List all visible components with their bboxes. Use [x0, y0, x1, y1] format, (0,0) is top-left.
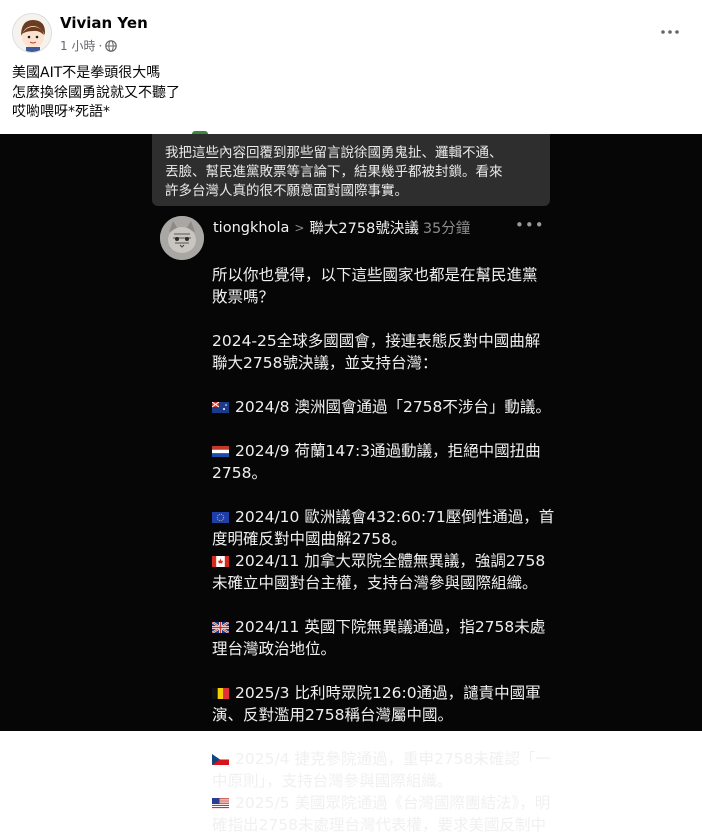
comment-line: 度明確反對中國曲解2758。: [212, 530, 407, 548]
comment-line: 2024/11 英國下院無異議通過，指2758未處: [212, 616, 552, 638]
belgium-flag-icon: [212, 688, 229, 699]
comment-line: 聯大2758號決議，並支持台灣：: [212, 354, 438, 372]
attached-screenshot-image[interactable]: 我把這些內容回覆到那些留言說徐國勇鬼扯、邏輯不通、 丟臉、幫民進黨敗票等言論下，…: [0, 131, 702, 834]
australia-flag-icon: [212, 402, 229, 413]
czech-flag-icon: [212, 754, 229, 765]
bubble-line: 丟臉、幫民進黨敗票等言論下，結果幾乎都被封鎖。看來: [165, 164, 503, 180]
comment-header: tiongkhola > 聯大2758號決議 35分鐘: [213, 217, 470, 238]
comment-body: 所以你也覺得，以下這些國家也都是在幫民進黨 敗票嗎？ 2024-25全球多國國會…: [212, 242, 555, 836]
post-header: Vivian Yen 1 小時 ·: [0, 0, 702, 60]
author-avatar[interactable]: [12, 13, 52, 53]
post-line: 美國AIT不是拳頭很大嗎: [12, 65, 161, 81]
comment-line: 敗票嗎？: [212, 288, 275, 306]
comment-text: 2025/5 美國眾院通過《台灣國際團結法》，明: [235, 794, 551, 812]
comment-line: 2024/9 荷蘭147:3通過動議，拒絕中國扭曲: [212, 440, 552, 462]
comment-line: 2024/8 澳洲國會通過「2758不涉台」動議。: [212, 396, 552, 418]
reply-arrow-icon: >: [294, 220, 305, 235]
globe-icon[interactable]: [105, 39, 118, 52]
comment-line: 確指出2758未處理台灣代表權，要求美國反制中: [212, 816, 546, 834]
post-time[interactable]: 1 小時: [60, 37, 95, 54]
uk-flag-icon: [212, 622, 229, 633]
comment-text: 2024/10 歐洲議會432:60:71壓倒性通過，首: [235, 508, 555, 526]
eu-flag-icon: [212, 512, 229, 523]
comment-line: 2025/5 美國眾院通過《台灣國際團結法》，明: [212, 792, 552, 814]
author-name[interactable]: Vivian Yen: [60, 14, 148, 32]
comment-text: 2025/3 比利時眾院126:0通過，譴責中國軍: [235, 684, 541, 702]
bubble-line: 我把這些內容回覆到那些留言說徐國勇鬼扯、邏輯不通、: [165, 145, 503, 161]
comment-text: 2024/11 英國下院無異議通過，指2758未處: [235, 618, 546, 636]
comment-text: 2024/11 加拿大眾院全體無異議，強調2758: [235, 552, 546, 570]
comment-more-icon[interactable]: •••: [515, 216, 545, 234]
comment-line: 中原則」，支持台灣參與國際組織。: [212, 772, 453, 790]
reply-target[interactable]: 聯大2758號決議: [309, 217, 418, 238]
canada-flag-icon: [212, 556, 229, 567]
post-meta: 1 小時 ·: [60, 37, 118, 54]
post-line: 怎麼換徐國勇說就又不聽了: [12, 84, 180, 101]
cat-avatar-icon: [160, 216, 204, 260]
comment-line: 所以你也覺得，以下這些國家也都是在幫民進黨: [212, 266, 538, 284]
avatar-illustration-icon: [13, 14, 51, 52]
bubble-line: 許多台灣人真的很不願意面對國際事實。: [165, 183, 408, 199]
meta-separator: ·: [98, 38, 103, 53]
comment-line: 2025/3 比利時眾院126:0通過，譴責中國軍: [212, 682, 552, 704]
comment-line: 2025/4 捷克參院通過，重申2758未確認「一: [212, 748, 552, 770]
quoted-comment-bubble: 我把這些內容回覆到那些留言說徐國勇鬼扯、邏輯不通、 丟臉、幫民進黨敗票等言論下，…: [152, 134, 550, 206]
comment-text: 2025/4 捷克參院通過，重申2758未確認「一: [235, 750, 551, 768]
more-horizontal-icon: [661, 30, 679, 34]
post-body: 美國AIT不是拳頭很大嗎 怎麼換徐國勇說就又不聽了 哎喲喂呀*死語*: [12, 64, 180, 123]
comment-line: 2024/10 歐洲議會432:60:71壓倒性通過，首: [212, 506, 555, 528]
comment-line: 未確立中國對台主權，支持台灣參與國際組織。: [212, 574, 538, 592]
comment-line: 2024/11 加拿大眾院全體無異議，強調2758: [212, 550, 552, 572]
netherlands-flag-icon: [212, 446, 229, 457]
post-line: 哎喲喂呀*死語*: [12, 104, 110, 120]
comment-line: 演、反對濫用2758稱台灣屬中國。: [212, 706, 453, 724]
us-flag-icon: [212, 798, 229, 809]
post-options-button[interactable]: [660, 22, 680, 42]
comment-line: 2758。: [212, 464, 267, 482]
comment-time: 35分鐘: [422, 221, 471, 237]
commenter-name[interactable]: tiongkhola: [213, 220, 289, 236]
comment-text: 2024/9 荷蘭147:3通過動議，拒絕中國扭曲: [235, 442, 541, 460]
commenter-avatar: [160, 216, 204, 260]
comment-text: 2024/8 澳洲國會通過「2758不涉台」動議。: [235, 398, 551, 416]
comment-line: 理台灣政治地位。: [212, 640, 337, 658]
comment-line: 2024-25全球多國國會，接連表態反對中國曲解: [212, 332, 541, 350]
